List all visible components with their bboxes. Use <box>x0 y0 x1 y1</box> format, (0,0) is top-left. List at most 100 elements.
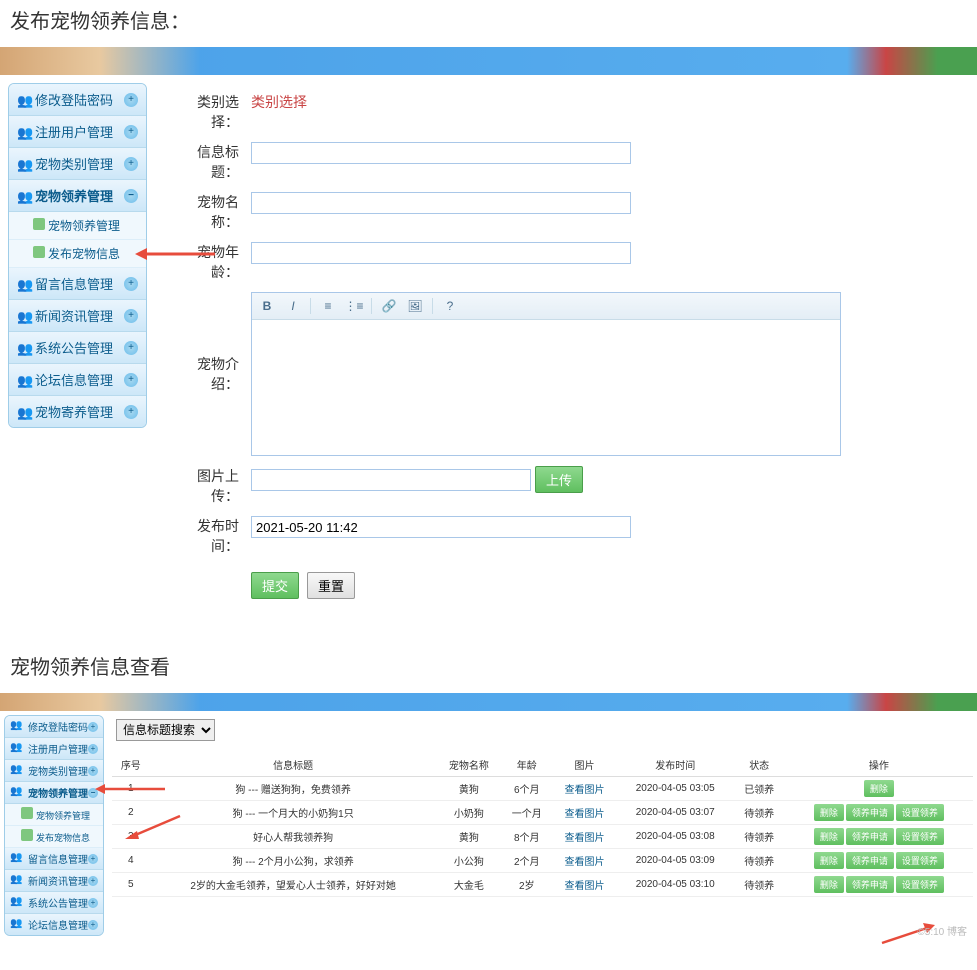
toggle-icon[interactable]: + <box>124 309 138 323</box>
table-cell[interactable]: 查看图片 <box>552 825 617 849</box>
upload-label: 图片上传： <box>170 461 245 511</box>
search-select[interactable]: 信息标题搜索 <box>116 719 215 741</box>
petage-input[interactable] <box>251 242 631 264</box>
toggle-icon[interactable]: + <box>88 898 98 908</box>
category-select[interactable]: 类别选择 <box>251 94 307 110</box>
sidebar-item-5[interactable]: 👥新闻资讯管理+ <box>5 870 103 892</box>
table-cell: 2020-04-05 03:09 <box>617 849 734 873</box>
table-cell: 黄狗 <box>437 777 502 801</box>
sidebar-item-label: 系统公告管理 <box>28 895 88 910</box>
reset-button[interactable]: 重置 <box>307 572 355 599</box>
toggle-icon[interactable]: − <box>88 788 98 798</box>
group-icon: 👥 <box>10 918 24 932</box>
table-header: 序号 <box>112 753 150 777</box>
toggle-icon[interactable]: + <box>124 373 138 387</box>
sidebar-item-8[interactable]: 👥宠物寄养管理+ <box>9 396 146 427</box>
table-cell[interactable]: 查看图片 <box>552 777 617 801</box>
sidebar-item-label: 系统公告管理 <box>35 338 124 357</box>
table-cell: 2020-04-05 03:08 <box>617 825 734 849</box>
table-cell: 2020-04-05 03:07 <box>617 801 734 825</box>
sidebar-item-5[interactable]: 👥新闻资讯管理+ <box>9 300 146 332</box>
petname-input[interactable] <box>251 192 631 214</box>
sidebar-item-1[interactable]: 👥注册用户管理+ <box>5 738 103 760</box>
group-icon: 👥 <box>17 405 31 419</box>
sidebar-item-0[interactable]: 👥修改登陆密码+ <box>5 716 103 738</box>
toggle-icon[interactable]: + <box>88 876 98 886</box>
table-cell[interactable]: 查看图片 <box>552 873 617 897</box>
group-icon: 👥 <box>17 125 31 139</box>
title-label: 信息标题： <box>170 137 245 187</box>
sidebar-item-2[interactable]: 👥宠物类别管理+ <box>9 148 146 180</box>
sidebar-item-1[interactable]: 👥注册用户管理+ <box>9 116 146 148</box>
title-input[interactable] <box>251 142 631 164</box>
op-button[interactable]: 设置领养 <box>896 852 944 869</box>
sidebar-item-4[interactable]: 👥留言信息管理+ <box>9 268 146 300</box>
sidebar-subitem-1[interactable]: 发布宠物信息 <box>9 240 146 268</box>
pubtime-input[interactable] <box>251 516 631 538</box>
banner-1 <box>0 47 977 75</box>
sidebar-item-3[interactable]: 👥宠物领养管理− <box>9 180 146 212</box>
sidebar-item-6[interactable]: 👥系统公告管理+ <box>5 892 103 914</box>
sidebar-item-7[interactable]: 👥论坛信息管理+ <box>5 914 103 935</box>
table-cell[interactable]: 查看图片 <box>552 801 617 825</box>
op-button[interactable]: 删除 <box>814 852 844 869</box>
category-label: 类别选择： <box>170 87 245 137</box>
table-cell: 好心人帮我领养狗 <box>150 825 437 849</box>
op-button[interactable]: 删除 <box>814 828 844 845</box>
sidebar-subitem-1[interactable]: 发布宠物信息 <box>5 826 103 848</box>
image-icon[interactable]: 🖼 <box>406 297 424 315</box>
table-cell: 1 <box>112 777 150 801</box>
toggle-icon[interactable]: + <box>88 920 98 930</box>
section1-title: 发布宠物领养信息： <box>0 0 977 39</box>
sidebar-subitem-0[interactable]: 宠物领养管理 <box>5 804 103 826</box>
table-cell: 待领养 <box>734 849 785 873</box>
sidebar-item-7[interactable]: 👥论坛信息管理+ <box>9 364 146 396</box>
op-button[interactable]: 领养申请 <box>846 828 894 845</box>
table-cell[interactable]: 查看图片 <box>552 849 617 873</box>
op-button[interactable]: 删除 <box>814 876 844 893</box>
toggle-icon[interactable]: + <box>124 405 138 419</box>
editor-body[interactable] <box>252 320 840 455</box>
upload-button[interactable]: 上传 <box>535 466 583 493</box>
sidebar-item-2[interactable]: 👥宠物类别管理+ <box>5 760 103 782</box>
toggle-icon[interactable]: + <box>88 744 98 754</box>
link-icon[interactable]: 🔗 <box>380 297 398 315</box>
toggle-icon[interactable]: + <box>88 722 98 732</box>
ops-cell: 删除领养申请设置领养 <box>785 873 973 897</box>
toggle-icon[interactable]: + <box>124 93 138 107</box>
op-button[interactable]: 删除 <box>814 804 844 821</box>
toggle-icon[interactable]: + <box>124 125 138 139</box>
toggle-icon[interactable]: − <box>124 189 138 203</box>
toggle-icon[interactable]: + <box>88 854 98 864</box>
op-button[interactable]: 删除 <box>864 780 894 797</box>
sidebar-item-0[interactable]: 👥修改登陆密码+ <box>9 84 146 116</box>
table-header: 操作 <box>785 753 973 777</box>
op-button[interactable]: 领养申请 <box>846 852 894 869</box>
ul-icon[interactable]: ⋮≡ <box>345 297 363 315</box>
file-input[interactable] <box>251 469 531 491</box>
sidebar-item-label: 宠物类别管理 <box>28 763 88 778</box>
sidebar-item-3[interactable]: 👥宠物领养管理− <box>5 782 103 804</box>
sidebar-item-label: 宠物领养管理 <box>28 785 88 800</box>
op-button[interactable]: 设置领养 <box>896 828 944 845</box>
op-button[interactable]: 领养申请 <box>846 876 894 893</box>
italic-icon[interactable]: I <box>284 297 302 315</box>
ol-icon[interactable]: ≡ <box>319 297 337 315</box>
op-button[interactable]: 领养申请 <box>846 804 894 821</box>
table-cell: 5 <box>112 873 150 897</box>
sidebar-item-4[interactable]: 👥留言信息管理+ <box>5 848 103 870</box>
ops-cell: 删除 <box>785 777 973 801</box>
help-icon[interactable]: ? <box>441 297 459 315</box>
op-button[interactable]: 设置领养 <box>896 804 944 821</box>
toggle-icon[interactable]: + <box>124 277 138 291</box>
toggle-icon[interactable]: + <box>124 341 138 355</box>
op-button[interactable]: 设置领养 <box>896 876 944 893</box>
toggle-icon[interactable]: + <box>88 766 98 776</box>
data-table: 序号信息标题宠物名称年龄图片发布时间状态操作 1狗 --- 赠送狗狗，免费领养黄… <box>112 753 973 897</box>
bold-icon[interactable]: B <box>258 297 276 315</box>
sidebar-subitem-0[interactable]: 宠物领养管理 <box>9 212 146 240</box>
table-cell: 6个月 <box>501 777 552 801</box>
sidebar-item-6[interactable]: 👥系统公告管理+ <box>9 332 146 364</box>
toggle-icon[interactable]: + <box>124 157 138 171</box>
submit-button[interactable]: 提交 <box>251 572 299 599</box>
